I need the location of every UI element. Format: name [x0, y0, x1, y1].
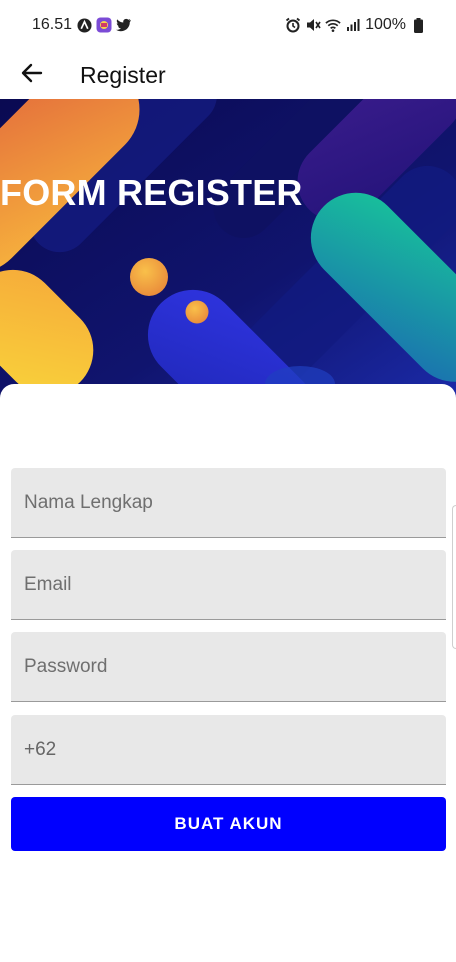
page-title: Register: [80, 61, 166, 88]
status-left: 16.51: [32, 16, 132, 34]
status-bar: 16.51 100%: [0, 0, 456, 50]
back-button[interactable]: [17, 60, 47, 90]
wifi-icon: [325, 17, 341, 33]
twitter-icon: [116, 17, 132, 33]
battery-icon: [410, 17, 426, 33]
status-time: 16.51: [32, 16, 73, 33]
status-right: 100%: [285, 16, 426, 34]
banner-title: FORM REGISTER: [0, 172, 303, 213]
phone-field[interactable]: [11, 715, 446, 785]
app-badge-icon: [96, 17, 112, 33]
signal-icon: [345, 17, 361, 33]
edge-panel-handle[interactable]: [452, 505, 456, 649]
full-name-input[interactable]: [11, 491, 446, 514]
app-a-icon: [76, 17, 92, 33]
mute-icon: [305, 17, 321, 33]
banner-illustration: [0, 99, 456, 399]
email-field[interactable]: [11, 550, 446, 620]
full-name-field[interactable]: [11, 468, 446, 538]
create-account-button[interactable]: BUAT AKUN: [11, 797, 446, 851]
phone-input[interactable]: [11, 738, 446, 761]
alarm-icon: [285, 17, 301, 33]
password-field[interactable]: [11, 632, 446, 702]
register-banner: FORM REGISTER: [0, 99, 456, 399]
password-input[interactable]: [11, 655, 446, 678]
battery-percent: 100%: [365, 16, 406, 33]
email-input[interactable]: [11, 573, 446, 596]
arrow-left-icon: [21, 63, 43, 88]
app-bar: Register: [0, 50, 456, 100]
